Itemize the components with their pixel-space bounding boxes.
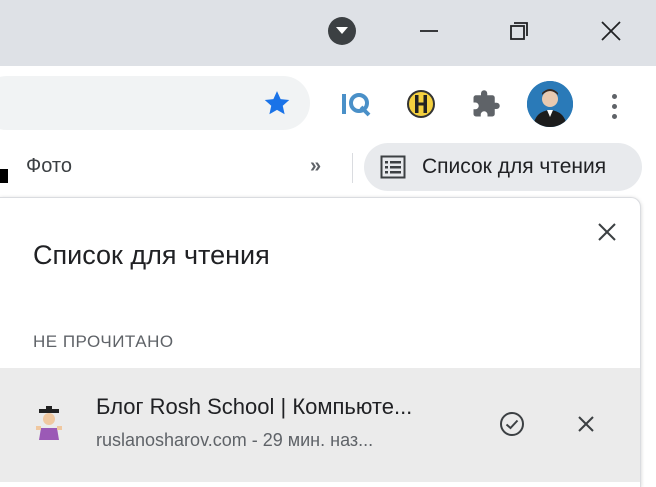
- bookmarks-overflow-button[interactable]: »: [310, 155, 336, 181]
- check-circle-icon: [500, 412, 524, 436]
- extensions-button[interactable]: [466, 84, 506, 124]
- iq-extension-icon: [342, 93, 371, 117]
- menu-dot: [611, 113, 617, 119]
- reading-list-button[interactable]: Список для чтения: [364, 143, 642, 191]
- site-favicon-icon: [36, 406, 62, 440]
- panel-close-button[interactable]: [593, 218, 621, 246]
- minimize-icon: [420, 30, 438, 32]
- menu-dot: [611, 93, 617, 99]
- bookmarks-bar: Фото » Список для чтения: [0, 143, 656, 193]
- puzzle-icon: [473, 90, 500, 117]
- close-icon: [598, 223, 616, 241]
- section-header-unread: НЕ ПРОЧИТАНО: [33, 332, 174, 351]
- chevron-down-icon: [328, 17, 356, 45]
- restore-icon: [510, 22, 528, 40]
- menu-dot: [611, 103, 617, 109]
- minimize-button[interactable]: [406, 0, 452, 62]
- mark-as-read-button[interactable]: [498, 410, 526, 438]
- menu-button[interactable]: [600, 86, 628, 126]
- h-extension-icon: [407, 90, 435, 118]
- title-bar: [0, 0, 656, 66]
- reading-list-icon: [380, 155, 406, 179]
- divider: [352, 153, 353, 183]
- avatar[interactable]: [527, 81, 573, 127]
- close-icon: [578, 416, 594, 432]
- iq-extension-button[interactable]: [336, 84, 376, 124]
- item-title: Блог Rosh School | Компьюте...: [96, 394, 413, 419]
- restore-button[interactable]: [496, 0, 542, 62]
- bookmark-item-foto[interactable]: Фото: [26, 155, 72, 178]
- remove-item-button[interactable]: [572, 410, 600, 438]
- reading-list-button-label: Список для чтения: [422, 155, 607, 178]
- item-subtitle: ruslanosharov.com - 29 мин. наз...: [96, 430, 374, 450]
- list-item[interactable]: Блог Rosh School | Компьюте... ruslanosh…: [0, 368, 640, 482]
- close-icon: [601, 21, 621, 41]
- bookmark-favicon: [0, 169, 8, 183]
- bookmark-star-button[interactable]: [262, 88, 292, 118]
- reading-list-panel: Список для чтения НЕ ПРОЧИТАНО Блог Rosh…: [0, 197, 641, 487]
- toolbar: [0, 66, 656, 143]
- window-close-button[interactable]: [588, 0, 634, 62]
- panel-title: Список для чтения: [33, 240, 270, 270]
- h-extension-button[interactable]: [401, 84, 441, 124]
- star-icon: [264, 91, 290, 115]
- tab-search-button[interactable]: [322, 0, 362, 62]
